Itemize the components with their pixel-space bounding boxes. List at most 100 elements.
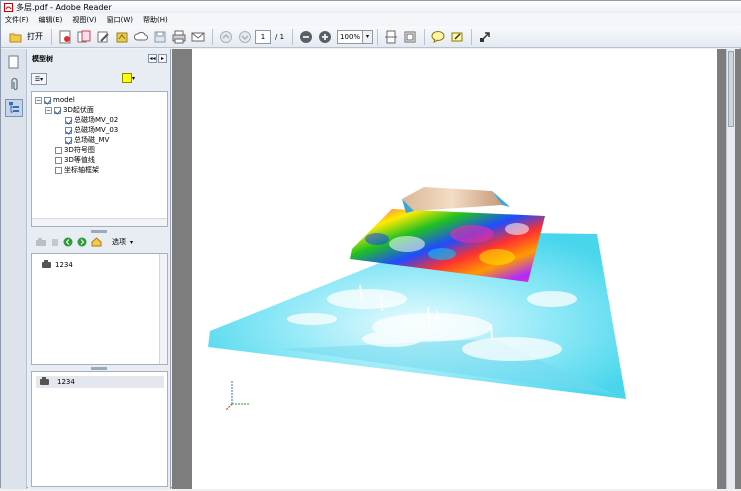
panel-header: 模型树 ◂◂ ▸ <box>28 49 171 69</box>
previous-page-icon[interactable] <box>217 28 235 46</box>
email-icon[interactable] <box>189 28 207 46</box>
model-tree-icon[interactable] <box>5 99 23 117</box>
camera-icon <box>40 377 49 385</box>
print-icon[interactable] <box>170 28 188 46</box>
tree-node-label: 总磁场MV_02 <box>74 116 119 124</box>
combine-icon[interactable] <box>75 28 93 46</box>
pdf-app-icon <box>4 2 13 12</box>
toolbar-separator <box>377 28 379 45</box>
next-view-icon[interactable] <box>77 237 87 247</box>
visibility-checkbox[interactable] <box>55 146 62 154</box>
toolbar: 打开 1 / 1 100% ▾ <box>1 26 741 48</box>
page-total: / 1 <box>275 32 285 41</box>
view-details-list: 1234 <box>31 371 168 487</box>
toolbar-separator <box>51 28 52 45</box>
visibility-checkbox[interactable] <box>55 166 62 174</box>
comment-icon[interactable] <box>429 28 447 46</box>
horizontal-scrollbar[interactable] <box>32 218 167 226</box>
visibility-checkbox[interactable] <box>65 126 72 134</box>
tree-node-3d-surface[interactable]: − 3D起伏面 <box>45 105 94 115</box>
toolbar-separator <box>212 28 213 45</box>
detail-item-label: 1234 <box>57 378 75 386</box>
views-list: 1234 <box>31 253 168 365</box>
splitter-grip <box>91 367 107 370</box>
view-item-label: 1234 <box>55 261 73 269</box>
tree-options-dropdown[interactable]: ☰▾ <box>31 73 47 85</box>
panel-menu-button[interactable]: ▸ <box>158 54 167 63</box>
zoom-out-icon[interactable] <box>297 28 315 46</box>
menu-view[interactable]: 视图(V) <box>72 15 96 25</box>
toolbar-separator <box>424 28 426 45</box>
expand-toggle[interactable]: − <box>35 96 42 104</box>
collapse-panel-button[interactable]: ◂◂ <box>148 54 157 63</box>
tree-node-layer[interactable]: 总磁场MV_03 <box>65 125 118 135</box>
toolbar-separator <box>471 28 473 45</box>
menu-file[interactable]: 文件(F) <box>5 15 29 25</box>
home-icon[interactable] <box>91 237 102 247</box>
camera-icon[interactable] <box>35 237 47 247</box>
tree-node-symbols[interactable]: 3D符号图 <box>55 145 95 155</box>
page-number-input[interactable]: 1 <box>255 29 271 44</box>
menu-window[interactable]: 窗口(W) <box>107 15 133 25</box>
zoom-in-icon[interactable] <box>316 28 334 46</box>
sign-icon[interactable] <box>113 28 131 46</box>
vertical-scrollbar[interactable] <box>159 254 167 364</box>
panel-title: 模型树 <box>32 55 53 63</box>
options-menu[interactable]: 选项 <box>112 237 126 247</box>
menu-edit[interactable]: 编辑(E) <box>39 15 63 25</box>
document-gutter <box>172 49 192 489</box>
vertical-scrollbar[interactable] <box>726 49 735 489</box>
attachments-icon[interactable] <box>5 75 23 93</box>
create-pdf-icon[interactable] <box>56 28 74 46</box>
visibility-checkbox[interactable] <box>65 116 72 124</box>
tree-node-label: 3D起伏面 <box>63 106 94 114</box>
page-thumbnails-icon[interactable] <box>5 53 23 71</box>
tree-node-axis-frame[interactable]: 坐标轴框架 <box>55 165 99 175</box>
right-gutter <box>717 49 741 489</box>
color-swatch <box>122 73 132 83</box>
menu-help[interactable]: 帮助(H) <box>143 15 168 25</box>
visibility-checkbox[interactable] <box>65 136 72 144</box>
expand-toggle[interactable]: − <box>45 106 52 114</box>
cloud-upload-icon[interactable] <box>132 28 150 46</box>
full-screen-icon[interactable] <box>401 28 419 46</box>
tree-node-layer[interactable]: 总磁场MV_02 <box>65 115 118 125</box>
edit-icon[interactable] <box>94 28 112 46</box>
folder-icon <box>9 33 22 42</box>
previous-view-icon[interactable] <box>63 237 73 247</box>
tree-node-contours[interactable]: 3D等值线 <box>55 155 95 165</box>
tree-node-label: model <box>53 96 75 104</box>
tree-node-layer[interactable]: 总场磁_MV <box>65 135 109 145</box>
background-color-picker[interactable]: ▾ <box>122 73 135 83</box>
open-button[interactable]: 打开 <box>5 28 47 46</box>
delete-icon[interactable] <box>51 237 59 247</box>
navigation-rail <box>1 49 27 489</box>
zoom-level-input[interactable]: 100% <box>337 29 364 44</box>
visibility-checkbox[interactable] <box>55 156 62 164</box>
fit-width-icon[interactable] <box>382 28 400 46</box>
axis-triad <box>225 381 250 411</box>
view-item[interactable]: 1234 <box>42 260 73 269</box>
visibility-checkbox[interactable] <box>54 106 61 114</box>
document-area <box>172 49 741 489</box>
3d-model-viewport[interactable] <box>192 49 717 489</box>
top-layer-surface <box>402 187 502 211</box>
tree-node-model[interactable]: − model <box>35 95 75 105</box>
views-toolbar: 选项 ▾ <box>31 233 168 251</box>
camera-icon <box>42 260 51 268</box>
tree-node-label: 坐标轴框架 <box>64 166 99 174</box>
visibility-checkbox[interactable] <box>44 96 51 104</box>
detail-item[interactable]: 1234 <box>36 376 164 388</box>
tree-node-label: 总磁场MV_03 <box>74 126 119 134</box>
next-page-icon[interactable] <box>236 28 254 46</box>
scrollbar-thumb[interactable] <box>728 51 734 127</box>
highlight-icon[interactable] <box>448 28 466 46</box>
expand-toolbar-icon[interactable] <box>476 28 494 46</box>
save-icon[interactable] <box>151 28 169 46</box>
adobe-reader-window: 多层.pdf - Adobe Reader 文件(F) 编辑(E) 视图(V) … <box>0 0 741 489</box>
zoom-dropdown-button[interactable]: ▾ <box>363 29 374 44</box>
pdf-page <box>192 49 717 489</box>
menu-bar: 文件(F) 编辑(E) 视图(V) 窗口(W) 帮助(H) <box>1 13 741 26</box>
tree-node-label: 总场磁_MV <box>74 136 110 144</box>
window-title: 多层.pdf - Adobe Reader <box>16 2 112 12</box>
